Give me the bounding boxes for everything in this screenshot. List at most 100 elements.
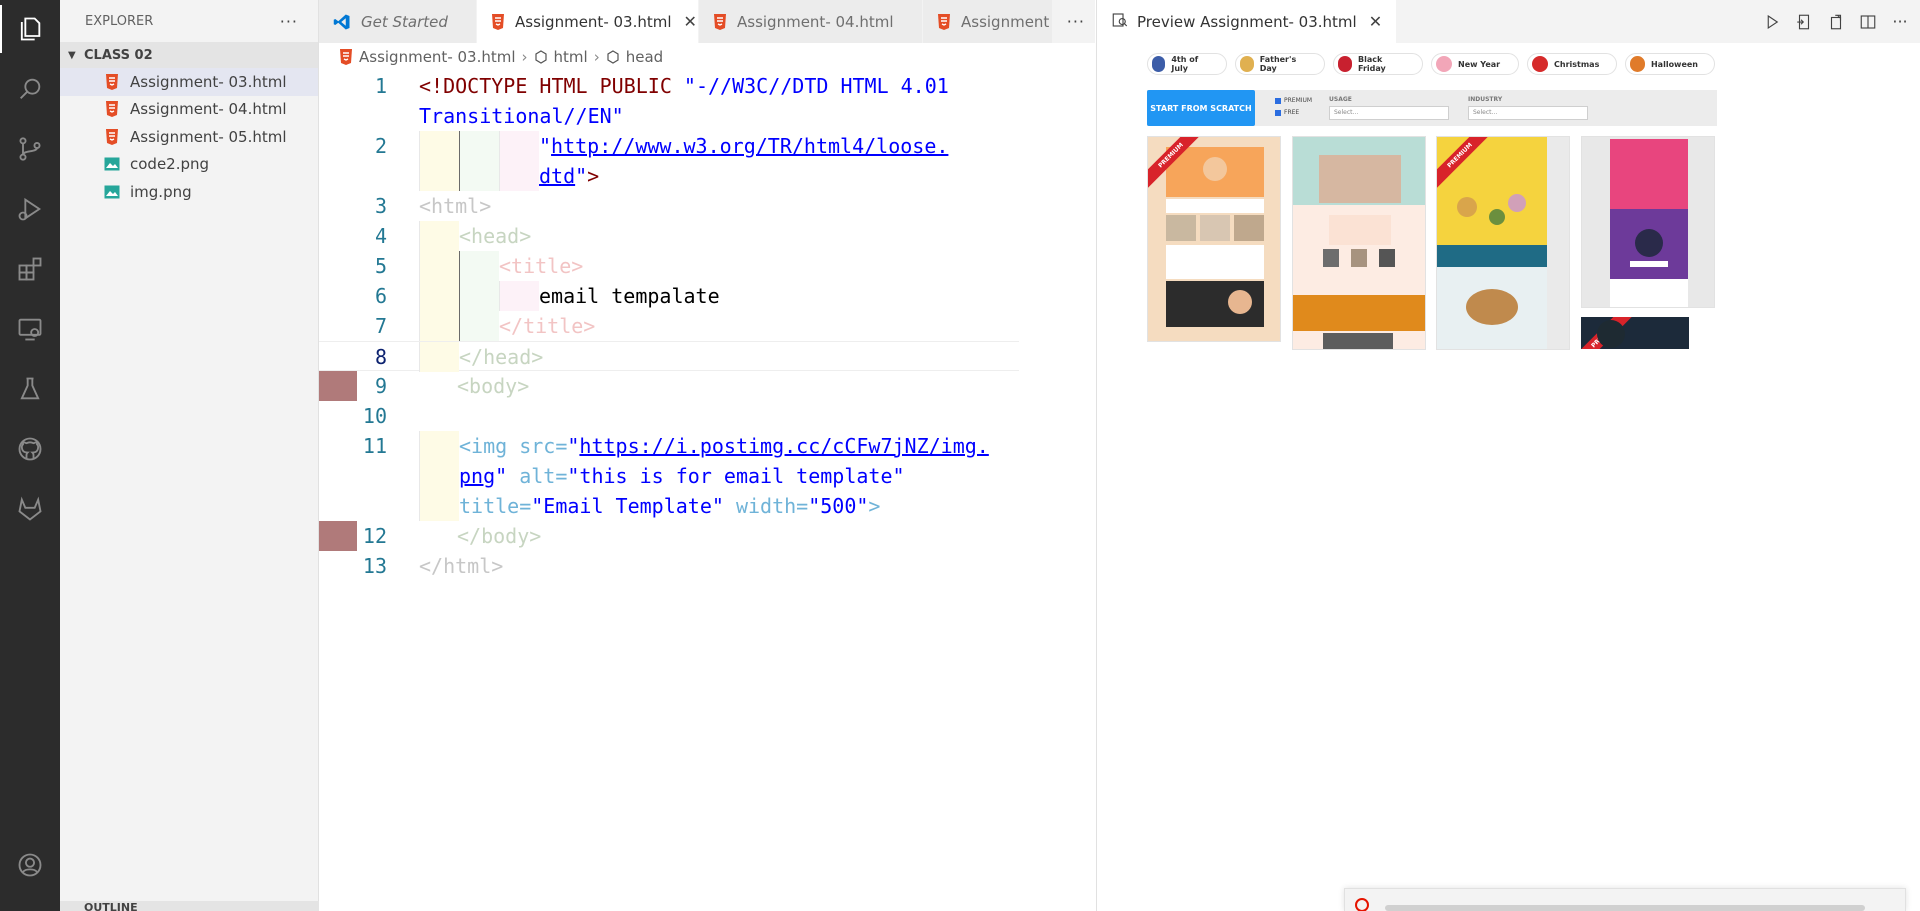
occasion-chip[interactable]: New Year	[1431, 53, 1519, 75]
free-label: FREE	[1284, 109, 1300, 116]
code-line[interactable]: 12 </body>	[319, 521, 1019, 551]
code-token: "-//W3C//DTD HTML 4.01	[683, 74, 949, 98]
code-line[interactable]: 3 <html>	[319, 191, 1019, 221]
code-token: <body>	[457, 374, 530, 398]
gitlab-icon[interactable]	[0, 485, 60, 533]
line-number: 6	[374, 284, 387, 308]
code-line[interactable]: 13 </html>	[319, 551, 1019, 581]
testing-icon[interactable]	[0, 365, 60, 413]
element-icon	[606, 50, 620, 64]
template-thumbnail	[1437, 137, 1569, 349]
occasion-icon	[1240, 56, 1254, 72]
file-item[interactable]: Assignment- 04.html	[60, 96, 318, 124]
explorer-more-button[interactable]: ···	[280, 12, 298, 31]
close-icon[interactable]: ✕	[1369, 12, 1382, 31]
start-from-scratch-button[interactable]: START FROM SCRATCH	[1147, 90, 1255, 126]
vscode-icon	[333, 13, 351, 31]
open-changes-icon[interactable]	[1793, 11, 1815, 33]
tab-assignment-05[interactable]: Assignment	[923, 0, 1053, 43]
code-line[interactable]: 9 <body>	[319, 371, 1019, 401]
tab-get-started[interactable]: Get Started	[319, 0, 477, 43]
run-debug-icon[interactable]	[0, 185, 60, 233]
activity-bar	[0, 0, 60, 911]
file-item[interactable]: code2.png	[60, 151, 318, 179]
code-line[interactable]: png" alt="this is for email template"	[319, 461, 1019, 491]
code-text: <img src="https://i.postimg.cc/cCFw7jNZ/…	[459, 431, 989, 461]
usage-label: USAGE	[1329, 96, 1352, 103]
folder-header[interactable]: ▼ CLASS 02	[60, 42, 318, 68]
code-line[interactable]: 2 "http://www.w3.org/TR/html4/loose.	[319, 131, 1019, 161]
line-number: 4	[374, 224, 387, 248]
line-number: 2	[374, 134, 387, 158]
occasion-chip[interactable]: 4th of July	[1147, 53, 1227, 75]
free-checkbox[interactable]: FREE	[1275, 109, 1299, 116]
code-line[interactable]: 6 email tempalate	[319, 281, 1019, 311]
usage-select[interactable]: Select...	[1329, 106, 1449, 120]
tab-label: Assignment	[961, 12, 1050, 31]
occasion-chip[interactable]: Christmas	[1527, 53, 1617, 75]
html5-icon	[937, 13, 951, 30]
code-token: "	[575, 164, 588, 188]
code-token: </title>	[499, 314, 596, 338]
breadcrumb-file[interactable]: Assignment- 03.html	[359, 48, 516, 66]
code-line[interactable]: dtd">	[319, 161, 1019, 191]
chat-button[interactable]	[1597, 320, 1625, 348]
code-text: </title>	[499, 311, 595, 341]
go-to-file-icon[interactable]	[1825, 11, 1847, 33]
file-item[interactable]: Assignment- 05.html	[60, 123, 318, 151]
tab-assignment-04[interactable]: Assignment- 04.html	[699, 0, 923, 43]
occasion-label: 4th of July	[1171, 55, 1199, 73]
preview-more-button[interactable]: ···	[1889, 11, 1911, 33]
code-line[interactable]: 1 <!DOCTYPE HTML PUBLIC "-//W3C//DTD HTML…	[319, 71, 1019, 101]
code-token: <html>	[419, 194, 492, 218]
code-line[interactable]: 5 <title>	[319, 251, 1019, 281]
template-card-4[interactable]	[1581, 136, 1715, 308]
code-line[interactable]: Transitional//EN"	[319, 101, 1019, 131]
outline-section[interactable]: OUTLINE	[60, 901, 319, 911]
code-line[interactable]: 10	[319, 401, 1019, 431]
code-editor[interactable]: 1 <!DOCTYPE HTML PUBLIC "-//W3C//DTD HTML…	[319, 71, 1019, 581]
code-text: email tempalate	[539, 281, 720, 311]
search-icon[interactable]	[0, 65, 60, 113]
code-line[interactable]: 7 </title>	[319, 311, 1019, 341]
occasion-chip[interactable]: Black Friday	[1333, 53, 1423, 75]
github-icon[interactable]	[0, 425, 60, 473]
preview-body: 4th of July Father's Day Black Friday New Y…	[1097, 43, 1920, 911]
chevron-down-icon: ▼	[68, 49, 76, 61]
tab-preview[interactable]: Preview Assignment- 03.html ✕	[1097, 0, 1397, 43]
notification-toast[interactable]	[1344, 888, 1906, 911]
run-icon[interactable]	[1761, 11, 1783, 33]
code-token: https://i.postimg.cc/cCFw7jNZ/img.	[579, 434, 989, 458]
explorer-icon[interactable]	[0, 5, 60, 53]
template-card-3[interactable]: PREMIUM	[1436, 136, 1570, 350]
industry-select[interactable]: Select...	[1468, 106, 1588, 120]
indent-guide	[499, 131, 539, 161]
occasion-chip[interactable]: Halloween	[1625, 53, 1715, 75]
account-icon[interactable]	[0, 841, 60, 889]
close-icon[interactable]: ✕	[684, 12, 697, 31]
code-line[interactable]: 8 </head>	[319, 341, 1019, 372]
code-line[interactable]: 11 <img src="https://i.postimg.cc/cCFw7jN…	[319, 431, 1019, 461]
split-editor-icon[interactable]	[1857, 11, 1879, 33]
explorer-sidebar: EXPLORER ··· ▼ CLASS 02 Assignment- 03.h…	[60, 0, 319, 911]
breadcrumb-head[interactable]: head	[626, 48, 663, 66]
template-card-2[interactable]	[1292, 136, 1426, 350]
template-card-1[interactable]: PREMIUM	[1147, 136, 1281, 342]
html5-icon	[104, 128, 120, 145]
file-item[interactable]: Assignment- 03.html	[60, 68, 318, 96]
occasion-chip[interactable]: Father's Day	[1235, 53, 1325, 75]
code-text: <title>	[499, 251, 583, 281]
tabs-more-button[interactable]: ···	[1067, 0, 1085, 43]
code-line[interactable]: title="Email Template" width="500">	[319, 491, 1019, 521]
breadcrumb-html[interactable]: html	[554, 48, 588, 66]
indent-guide	[419, 491, 459, 521]
file-item[interactable]: img.png	[60, 178, 318, 206]
occasion-icon	[1630, 56, 1645, 72]
code-token: http://www.w3.org/TR/html4/loose.	[551, 134, 949, 158]
source-control-icon[interactable]	[0, 125, 60, 173]
premium-checkbox[interactable]: PREMIUM	[1275, 97, 1312, 104]
tab-assignment-03[interactable]: Assignment- 03.html ✕	[477, 0, 699, 43]
extensions-icon[interactable]	[0, 245, 60, 293]
remote-explorer-icon[interactable]	[0, 305, 60, 353]
code-line[interactable]: 4 <head>	[319, 221, 1019, 251]
